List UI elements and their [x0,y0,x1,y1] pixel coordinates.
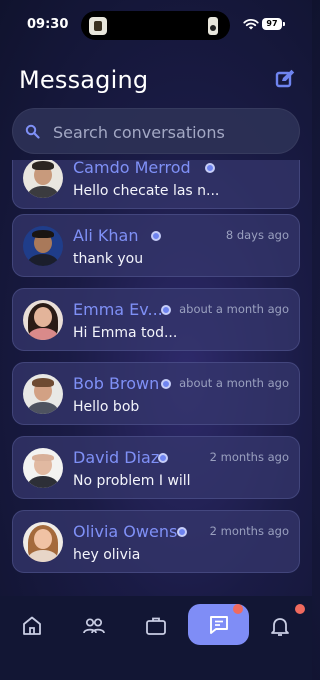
contact-name: David Diaz [73,448,160,467]
activity-icon [89,17,107,35]
people-icon[interactable] [82,614,106,638]
audio-icon [208,17,218,35]
search-input[interactable] [53,109,293,155]
notification-badge [233,604,243,614]
verified-icon [177,527,187,537]
contact-name: Camdo Merrod [73,160,191,177]
conversation-item[interactable]: Ali Khan 8 days ago thank you [12,214,300,277]
search-bar[interactable] [12,108,300,155]
status-bar: 09:30 97 [0,0,312,50]
message-preview: Hello bob [73,399,140,415]
page-title: Messaging [19,66,149,94]
home-icon[interactable] [20,614,44,638]
conversation-item[interactable]: Olivia Owens 2 months ago hey olivia [12,510,300,573]
avatar [23,448,63,488]
message-preview: thank you [73,251,144,267]
wifi-icon [243,18,259,30]
message-preview: Hi Emma tod... [73,325,178,341]
status-time: 09:30 [27,17,69,32]
message-time: 2 months ago [209,524,289,538]
contact-name: Ali Khan [73,226,139,245]
verified-icon [205,163,215,173]
verified-icon [151,231,161,241]
avatar [23,374,63,414]
avatar [23,226,63,266]
bell-icon[interactable] [268,614,292,638]
dynamic-island [81,11,230,40]
message-preview: Hello checate las n... [73,183,220,199]
message-preview: No problem I will [73,473,191,489]
contact-name: Olivia Owens [73,522,178,541]
verified-icon [158,453,168,463]
notification-badge [295,604,305,614]
avatar [23,522,63,562]
conversation-item[interactable]: Emma Ev... about a month ago Hi Emma tod… [12,288,300,351]
avatar [23,300,63,340]
verified-icon [161,379,171,389]
briefcase-icon[interactable] [144,614,168,638]
message-preview: hey olivia [73,547,141,563]
contact-name: Bob Brown [73,374,160,393]
bottom-nav [0,596,312,680]
conversation-list[interactable]: Camdo Merrod Hello checate las n... Ali … [0,160,312,596]
message-time: 2 months ago [209,450,289,464]
battery-icon: 97 [262,18,285,30]
message-time: about a month ago [179,376,289,390]
conversation-item[interactable]: Bob Brown about a month ago Hello bob [12,362,300,425]
avatar [23,160,63,198]
search-icon [25,124,40,139]
message-time: about a month ago [179,302,289,316]
chat-icon [210,616,228,634]
compose-icon[interactable] [274,68,296,90]
conversation-item[interactable]: Camdo Merrod Hello checate las n... [12,160,300,209]
verified-icon [161,305,171,315]
conversation-item[interactable]: David Diaz 2 months ago No problem I wil… [12,436,300,499]
message-time: 8 days ago [225,228,289,242]
contact-name: Emma Ev... [73,300,163,319]
